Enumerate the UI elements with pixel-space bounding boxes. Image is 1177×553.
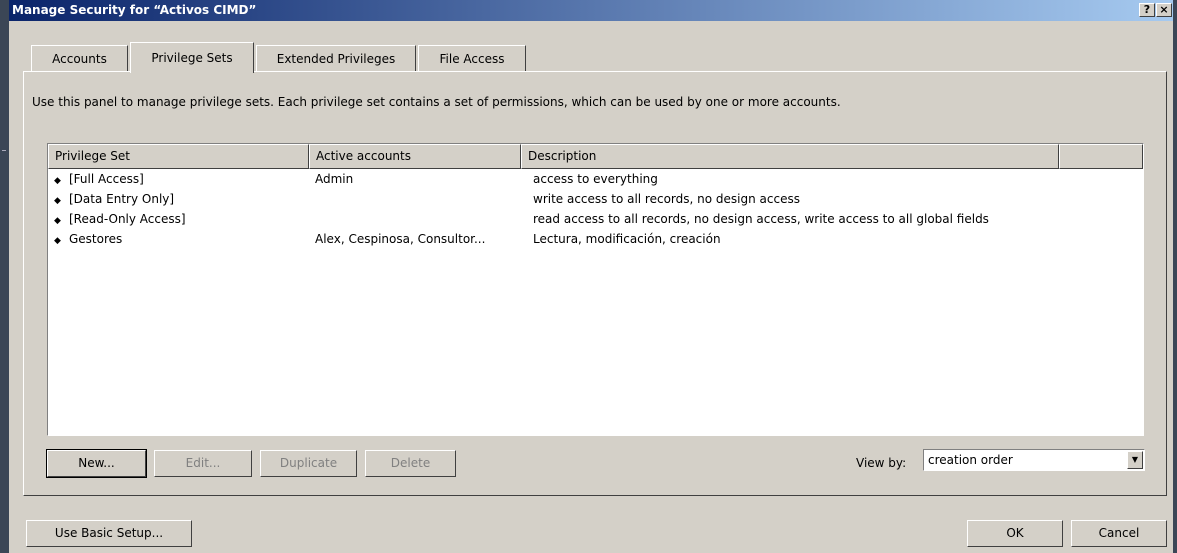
- privilege-set-name: [Full Access]: [69, 172, 144, 186]
- delete-button[interactable]: Delete: [365, 450, 456, 477]
- row-handle-icon[interactable]: ◆: [54, 196, 69, 206]
- privilege-description: read access to all records, no design ac…: [533, 212, 989, 226]
- row-handle-icon[interactable]: ◆: [54, 236, 69, 246]
- edit-button[interactable]: Edit...: [154, 450, 252, 477]
- tab-extended-privileges[interactable]: Extended Privileges: [256, 45, 416, 72]
- row-handle-icon[interactable]: ◆: [54, 216, 69, 226]
- view-by-select[interactable]: creation order ▼: [923, 449, 1145, 471]
- duplicate-button[interactable]: Duplicate: [260, 450, 357, 477]
- cancel-button[interactable]: Cancel: [1071, 520, 1167, 547]
- column-header-empty: [1059, 144, 1143, 169]
- privilege-description: Lectura, modificación, creación: [533, 232, 721, 246]
- panel-description: Use this panel to manage privilege sets.…: [32, 95, 841, 109]
- tab-file-access[interactable]: File Access: [418, 45, 526, 72]
- close-button[interactable]: ×: [1156, 3, 1172, 17]
- help-button[interactable]: ?: [1139, 3, 1155, 17]
- manage-security-dialog: Manage Security for “Activos CIMD” ? × A…: [9, 0, 1173, 553]
- new-button[interactable]: New...: [46, 449, 147, 478]
- column-header-description[interactable]: Description: [521, 144, 1059, 169]
- privilege-set-name: [Data Entry Only]: [69, 192, 175, 206]
- use-basic-setup-button[interactable]: Use Basic Setup...: [26, 520, 192, 547]
- column-header-privilege-set[interactable]: Privilege Set: [48, 144, 309, 169]
- tab-privilege-sets[interactable]: Privilege Sets: [130, 42, 254, 73]
- view-by-value: creation order: [928, 453, 1013, 467]
- title-bar[interactable]: Manage Security for “Activos CIMD” ? ×: [9, 0, 1173, 21]
- row-handle-icon[interactable]: ◆: [54, 176, 69, 186]
- dialog-title: Manage Security for “Activos CIMD”: [12, 3, 257, 17]
- view-by-label: View by:: [856, 456, 907, 470]
- chevron-down-icon[interactable]: ▼: [1127, 451, 1143, 469]
- background-window-edge-right: [1173, 0, 1177, 553]
- privilege-set-name: Gestores: [69, 232, 123, 246]
- tab-accounts[interactable]: Accounts: [31, 45, 128, 72]
- background-window-edge: [0, 0, 9, 553]
- ok-button[interactable]: OK: [967, 520, 1063, 547]
- active-accounts: Alex, Cespinosa, Consultor...: [315, 232, 486, 246]
- privilege-set-name: [Read-Only Access]: [69, 212, 186, 226]
- privilege-description: write access to all records, no design a…: [533, 192, 800, 206]
- active-accounts: Admin: [315, 172, 354, 186]
- column-header-active-accounts[interactable]: Active accounts: [309, 144, 521, 169]
- privilege-description: access to everything: [533, 172, 658, 186]
- privilege-sets-list[interactable]: Privilege Set Active accounts Descriptio…: [47, 143, 1144, 436]
